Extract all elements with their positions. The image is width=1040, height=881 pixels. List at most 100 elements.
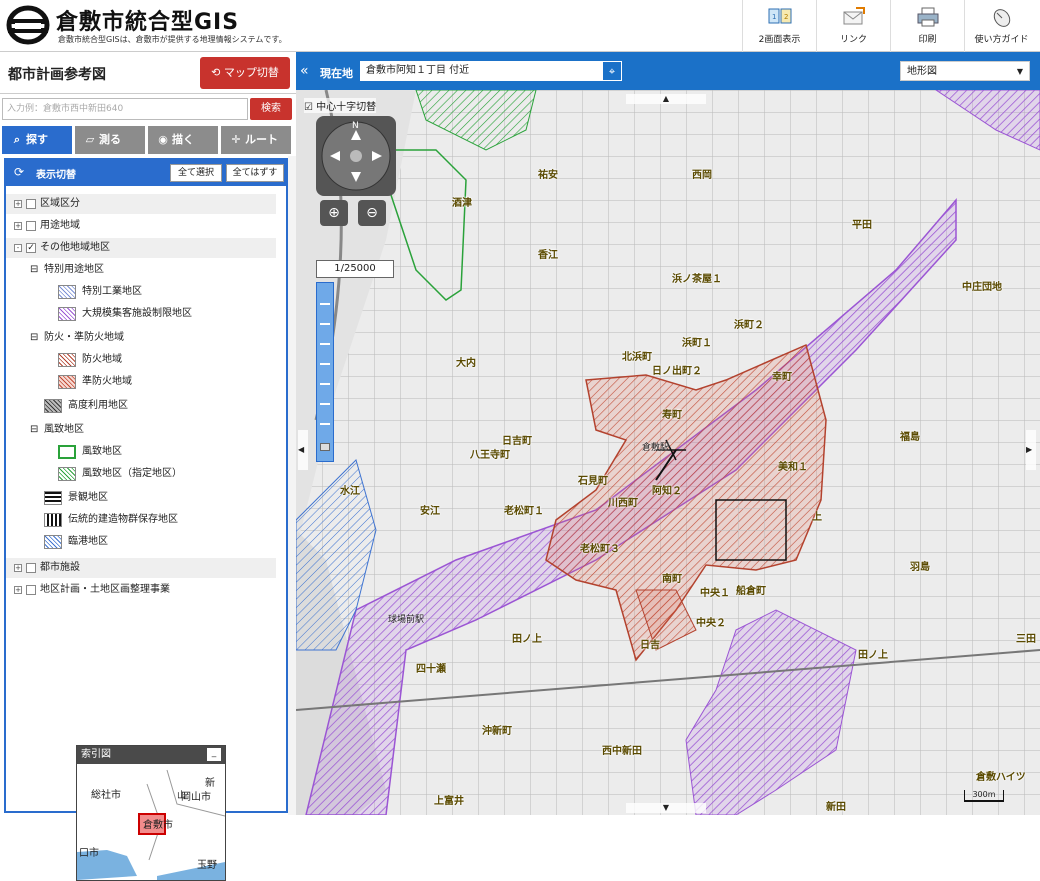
legend-swatch — [58, 467, 76, 481]
layer-row-use-district[interactable]: + 用途地域 — [6, 216, 276, 236]
north-label: N — [352, 121, 359, 131]
pan-right-button[interactable]: ▶ — [1026, 430, 1036, 470]
scale-bar: 300m — [964, 790, 1004, 802]
index-map-graphic[interactable]: 総社市 新 岡山市 山 倉敷市 口市 玉野 — [77, 764, 225, 880]
place-name: 浜町２ — [734, 320, 764, 331]
link-button[interactable]: リンク — [816, 0, 890, 52]
app-subtitle: 倉敷市統合型GISは、倉敷市が提供する地理情報システムです。 — [58, 35, 287, 44]
map-switch-button[interactable]: ⟲ マップ切替 — [200, 57, 290, 89]
place-name: 阿知２ — [652, 486, 682, 497]
layer-label: 防火地域 — [82, 354, 122, 365]
layer-label: 大規模集客施設制限地区 — [82, 308, 192, 319]
index-label-tamano: 玉野 — [197, 859, 217, 871]
tree-branch-icon: ⊟ — [30, 424, 39, 435]
place-name: 老松町３ — [580, 544, 620, 555]
panel-header: 都市計画参考図 ⟲ マップ切替 — [0, 52, 296, 94]
deselect-all-button[interactable]: 全てはずす — [226, 164, 284, 182]
layer-checkbox[interactable] — [26, 221, 36, 231]
collapse-panel-button[interactable]: « — [300, 63, 314, 79]
expand-icon[interactable]: + — [14, 564, 22, 572]
crosshair-toggle[interactable]: ☑ 中心十字切替 — [304, 98, 377, 113]
tab-route[interactable]: ✛ ルート — [221, 126, 291, 154]
place-name: 羽島 — [910, 562, 930, 573]
panel-scrollbar[interactable] — [288, 156, 296, 815]
layer-checkbox[interactable] — [26, 585, 36, 595]
guide-label: 使い方ガイド — [974, 35, 1029, 45]
zoom-out-button[interactable]: ⊖ — [358, 200, 386, 226]
basemap-select[interactable]: 地形図 ▼ — [900, 61, 1030, 81]
expand-icon[interactable]: + — [14, 200, 22, 208]
layer-row-zoning-division[interactable]: + 区域区分 — [6, 194, 276, 214]
tab-search[interactable]: ⌕ 探す — [2, 126, 72, 154]
tab-route-label: ルート — [245, 133, 278, 146]
tab-measure[interactable]: ▱ 測る — [75, 126, 145, 154]
layer-checkbox[interactable] — [26, 199, 36, 209]
index-map-header: 索引図 _ — [77, 746, 225, 764]
print-button[interactable]: 印刷 — [890, 0, 964, 52]
crosshair-label: 中心十字切替 — [316, 102, 377, 113]
zoom-in-button[interactable]: ⊕ — [320, 200, 348, 226]
tree-branch-icon: ⊟ — [30, 332, 39, 343]
search-button[interactable]: 検索 — [250, 98, 292, 120]
layer-label: 高度利用地区 — [68, 400, 128, 411]
legend-swatch — [58, 445, 76, 459]
place-name: 寿町 — [662, 410, 682, 421]
layer-group-special-use[interactable]: ⊟ 特別用途地区 — [6, 260, 276, 280]
layer-checkbox-checked[interactable]: ✓ — [26, 243, 36, 253]
tab-search-label: 探す — [26, 133, 48, 146]
zoom-slider[interactable] — [316, 282, 334, 462]
place-name: 船倉町 — [736, 586, 766, 597]
layer-row-district-plan[interactable]: + 地区計画・土地区画整理事業 — [6, 580, 276, 600]
layer-item-port: 臨港地区 — [6, 532, 276, 552]
legend-swatch — [58, 307, 76, 321]
place-name: 幸町 — [772, 372, 792, 383]
triangle-right-icon: ▶ — [1026, 445, 1033, 454]
route-icon: ✛ — [231, 133, 241, 146]
pan-left-button[interactable]: ◀ — [298, 430, 308, 470]
search-input[interactable]: 入力例：倉敷市西中新田640 — [2, 98, 248, 120]
place-name: 香江 — [538, 250, 558, 261]
split-view-icon: 12 — [768, 8, 791, 24]
tree-branch-icon: ⊟ — [30, 264, 39, 275]
place-name: 田ノ上 — [512, 634, 542, 645]
zoom-out-icon: ⊖ — [366, 205, 378, 221]
collapse-icon[interactable]: - — [14, 244, 22, 252]
refresh-icon: ⟳ — [14, 165, 25, 179]
app-title: 倉敷市統合型GIS — [56, 10, 240, 35]
index-label-souja: 総社市 — [91, 788, 121, 801]
expand-icon[interactable]: + — [14, 586, 22, 594]
layer-label: 特別工業地区 — [82, 286, 142, 297]
layer-group-fire[interactable]: ⊟ 防火・準防火地域 — [6, 328, 276, 348]
layer-checkbox[interactable] — [26, 563, 36, 573]
legend-swatch — [44, 491, 62, 505]
place-name: 浜町１ — [682, 338, 712, 349]
index-label-kurashiki: 倉敷市 — [143, 818, 173, 831]
map-canvas[interactable]: 祐安 西岡 酒津 平田 浜ノ茶屋１ 中庄団地 浜町２ 大内 浜町１ 北浜町 日ノ… — [296, 90, 1040, 815]
zoom-tick — [320, 343, 330, 345]
select-all-button[interactable]: 全て選択 — [170, 164, 222, 182]
index-map: 索引図 _ 総社市 新 岡山市 山 倉敷市 口市 玉野 — [76, 745, 226, 881]
pan-compass[interactable]: N — [316, 116, 396, 196]
legend-swatch — [44, 399, 62, 413]
place-name: 北浜町 — [622, 352, 652, 363]
layer-panel-title: 表示切替 — [36, 170, 76, 181]
zoom-handle[interactable] — [320, 443, 330, 451]
layer-group-scenic[interactable]: ⊟ 風致地区 — [6, 420, 276, 440]
pan-down-button[interactable]: ▼ — [626, 803, 706, 813]
minimize-button[interactable]: _ — [207, 748, 221, 761]
place-name: 祐安 — [538, 170, 558, 181]
tab-draw[interactable]: ◉ 描く — [148, 126, 218, 154]
pan-up-button[interactable]: ▲ — [626, 94, 706, 104]
layer-item-traditional: 伝統的建造物群保存地区 — [6, 510, 276, 530]
split-view-button[interactable]: 12 2画面表示 — [742, 0, 816, 52]
triangle-left-icon: ◀ — [298, 445, 305, 454]
layer-row-urban-facilities[interactable]: + 都市施設 — [6, 558, 276, 578]
expand-icon[interactable]: + — [14, 222, 22, 230]
layer-row-other-district[interactable]: - ✓ その他地域地区 — [6, 238, 276, 258]
guide-button[interactable]: 使い方ガイド — [964, 0, 1038, 52]
zoom-tick — [320, 383, 330, 385]
locate-button[interactable]: ⌖ — [602, 61, 622, 81]
place-name: 三田 — [1016, 634, 1036, 645]
tab-measure-label: 測る — [99, 133, 121, 146]
link-label: リンク — [839, 35, 867, 45]
